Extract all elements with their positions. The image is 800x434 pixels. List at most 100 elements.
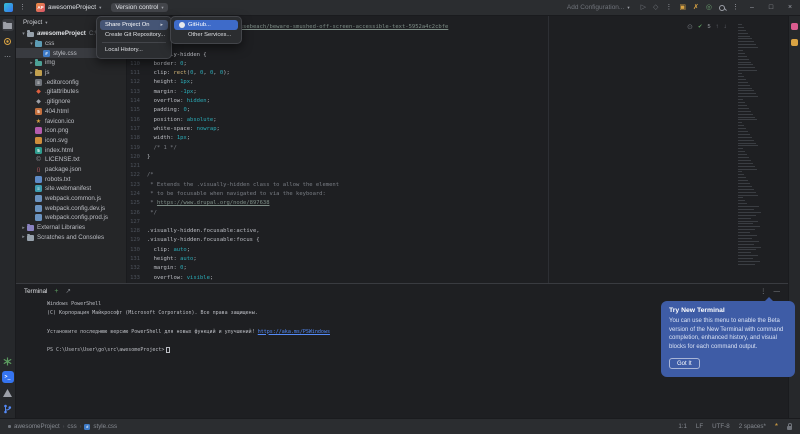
project-selector[interactable]: AP awesomeProject ▾	[32, 2, 105, 13]
tree-item-icon-svg[interactable]: icon.svg	[16, 136, 126, 146]
inspections-ok-icon: ✔	[698, 24, 703, 30]
tree-item-img[interactable]: ▸img	[16, 58, 126, 68]
terminal-link[interactable]: https://aka.ms/PSWindows	[258, 329, 330, 335]
ext-lib-icon	[27, 225, 34, 231]
close-button[interactable]: ×	[784, 4, 796, 11]
version-control-label: Version control	[115, 4, 158, 11]
tree-item-license-txt[interactable]: ©LICENSE.txt	[16, 155, 126, 165]
new-terminal-tab-icon[interactable]: +	[54, 288, 58, 295]
tree-item-favicon-ico[interactable]: ★favicon.ico	[16, 116, 126, 126]
maximize-button[interactable]: □	[765, 4, 777, 11]
minimap[interactable]	[738, 24, 764, 267]
main-menu-icon[interactable]: ⋮	[19, 3, 26, 12]
more-actions-icon[interactable]: ⋮	[665, 3, 672, 12]
code-text: margin: 0;	[147, 265, 187, 271]
line-number: 122	[127, 172, 140, 178]
assistant-icon[interactable]	[791, 39, 798, 46]
menu-item-other-services[interactable]: Other Services...	[174, 30, 238, 40]
notifications-icon[interactable]	[791, 23, 798, 30]
indent-widget[interactable]: 2 spaces*	[739, 423, 766, 430]
expand-terminal-icon[interactable]: ↗	[65, 287, 70, 295]
highlighting-eye-icon[interactable]: ⊙	[687, 23, 693, 31]
tree-item-gitignore[interactable]: ◆.gitignore	[16, 97, 126, 107]
debug-icon[interactable]: ◇	[653, 3, 658, 12]
tree-item-webpack-common-js[interactable]: webpack.common.js	[16, 194, 126, 204]
tree-item-gitattributes[interactable]: ◆.gitattributes	[16, 87, 126, 97]
next-problem-icon[interactable]: ↓	[724, 24, 727, 30]
services-tool-icon[interactable]	[2, 355, 14, 367]
project-tool-icon[interactable]	[2, 19, 14, 31]
previous-problem-icon[interactable]: ↑	[716, 24, 719, 30]
minimize-button[interactable]: –	[746, 4, 758, 11]
encoding-widget[interactable]: UTF-8	[712, 423, 730, 430]
chevron-open-icon[interactable]: ▾	[28, 41, 35, 47]
code-line: 127	[127, 217, 788, 226]
tree-item-editorconfig[interactable]: ≡.editorconfig	[16, 77, 126, 87]
line-number: 113	[127, 89, 140, 95]
terminal-options-icon[interactable]: ⋮	[760, 287, 767, 295]
tree-item-robots-txt[interactable]: robots.txt	[16, 174, 126, 184]
tree-item-external-libraries[interactable]: ▸External Libraries	[16, 223, 126, 233]
webpack-icon	[35, 205, 42, 212]
more-tools-icon[interactable]: ⋯	[2, 51, 14, 63]
caret-position-widget[interactable]: 1:1	[678, 423, 687, 430]
inspections-widget[interactable]: ⊙ ✔ 5 ↑ ↓	[687, 23, 727, 31]
breadcrumb-item-css[interactable]: css	[67, 423, 76, 430]
chevron-open-icon[interactable]: ▾	[20, 31, 27, 37]
tree-item-label: 404.html	[45, 108, 69, 115]
menu-item-create-git-repository[interactable]: Create Git Repository...	[100, 30, 168, 40]
line-number: 130	[127, 247, 140, 253]
tree-item-label: css	[45, 40, 54, 47]
tree-item-404-html[interactable]: 5404.html	[16, 107, 126, 117]
tools-icon[interactable]: ✗	[693, 3, 699, 12]
device-preview-icon[interactable]: ▣	[679, 3, 686, 12]
chevron-closed-icon[interactable]: ▸	[20, 234, 27, 240]
menu-item-github[interactable]: GitHub...	[174, 20, 238, 30]
statusbar: awesomeProject›css›#style.css 1:1 LF UTF…	[0, 418, 800, 434]
hide-terminal-icon[interactable]: —	[774, 288, 781, 295]
version-control-tool-icon[interactable]	[2, 403, 14, 415]
tree-item-webpack-config-dev-js[interactable]: webpack.config.dev.js	[16, 203, 126, 213]
read-only-lock-icon[interactable]	[787, 426, 792, 430]
line-separator-widget[interactable]: LF	[696, 423, 703, 430]
settings-gear-icon[interactable]: ◎	[706, 3, 712, 12]
chevron-closed-icon[interactable]: ▸	[28, 70, 35, 76]
menu-item-label: Create Git Repository...	[105, 32, 165, 38]
code-text: margin: -1px;	[147, 89, 197, 95]
breadcrumb-icon	[8, 425, 11, 428]
project-name: awesomeProject	[48, 4, 96, 11]
run-configuration-selector[interactable]: Add Configuration... ▾	[563, 3, 634, 12]
chevron-closed-icon[interactable]: ▸	[28, 60, 35, 66]
search-everywhere-icon[interactable]	[719, 5, 725, 11]
commit-tool-icon[interactable]	[2, 35, 14, 47]
code-line: 110 border: 0;	[127, 59, 788, 68]
tree-item-js[interactable]: ▸js	[16, 68, 126, 78]
tree-item-package-json[interactable]: {}package.json	[16, 165, 126, 175]
tree-item-site-webmanifest[interactable]: ≡site.webmanifest	[16, 184, 126, 194]
tree-item-scratches-and-consoles[interactable]: ▸Scratches and Consoles	[16, 232, 126, 242]
terminal-tool-icon[interactable]: >_	[2, 371, 14, 383]
menu-item-share-project-on[interactable]: Share Project On▸	[100, 20, 168, 30]
breadcrumb-item-style-css[interactable]: style.css	[93, 423, 117, 430]
breadcrumb-item-awesomeproject[interactable]: awesomeProject	[14, 423, 60, 430]
version-control-menu-button[interactable]: Version control ▾	[111, 3, 167, 12]
line-number: 121	[127, 163, 140, 169]
code-line: 118 width: 1px;	[127, 134, 788, 143]
breadcrumb-separator: ›	[63, 424, 65, 430]
got-it-button[interactable]: Got It	[669, 358, 700, 369]
chevron-closed-icon[interactable]: ▸	[20, 225, 27, 231]
gitattributes-icon: ◆	[35, 88, 42, 95]
problems-tool-icon[interactable]	[2, 387, 14, 399]
code-editor[interactable]: 106 * https://medium.com/@jessebeach/bew…	[127, 16, 788, 283]
kebab-menu-icon[interactable]: ⋮	[732, 3, 739, 12]
inspection-profile-icon[interactable]: *	[775, 424, 778, 430]
menu-item-local-history[interactable]: Local History...	[100, 45, 168, 55]
terminal-tab[interactable]: Terminal	[24, 288, 47, 295]
line-number: 114	[127, 98, 140, 104]
code-text: /* 1 */	[147, 145, 177, 151]
tree-item-webpack-config-prod-js[interactable]: webpack.config.prod.js	[16, 213, 126, 223]
run-icon[interactable]: ▷	[641, 3, 646, 12]
tree-item-icon-png[interactable]: icon.png	[16, 126, 126, 136]
tree-item-index-html[interactable]: 5index.html	[16, 145, 126, 155]
left-toolbar: ⋯ >_	[0, 16, 16, 418]
